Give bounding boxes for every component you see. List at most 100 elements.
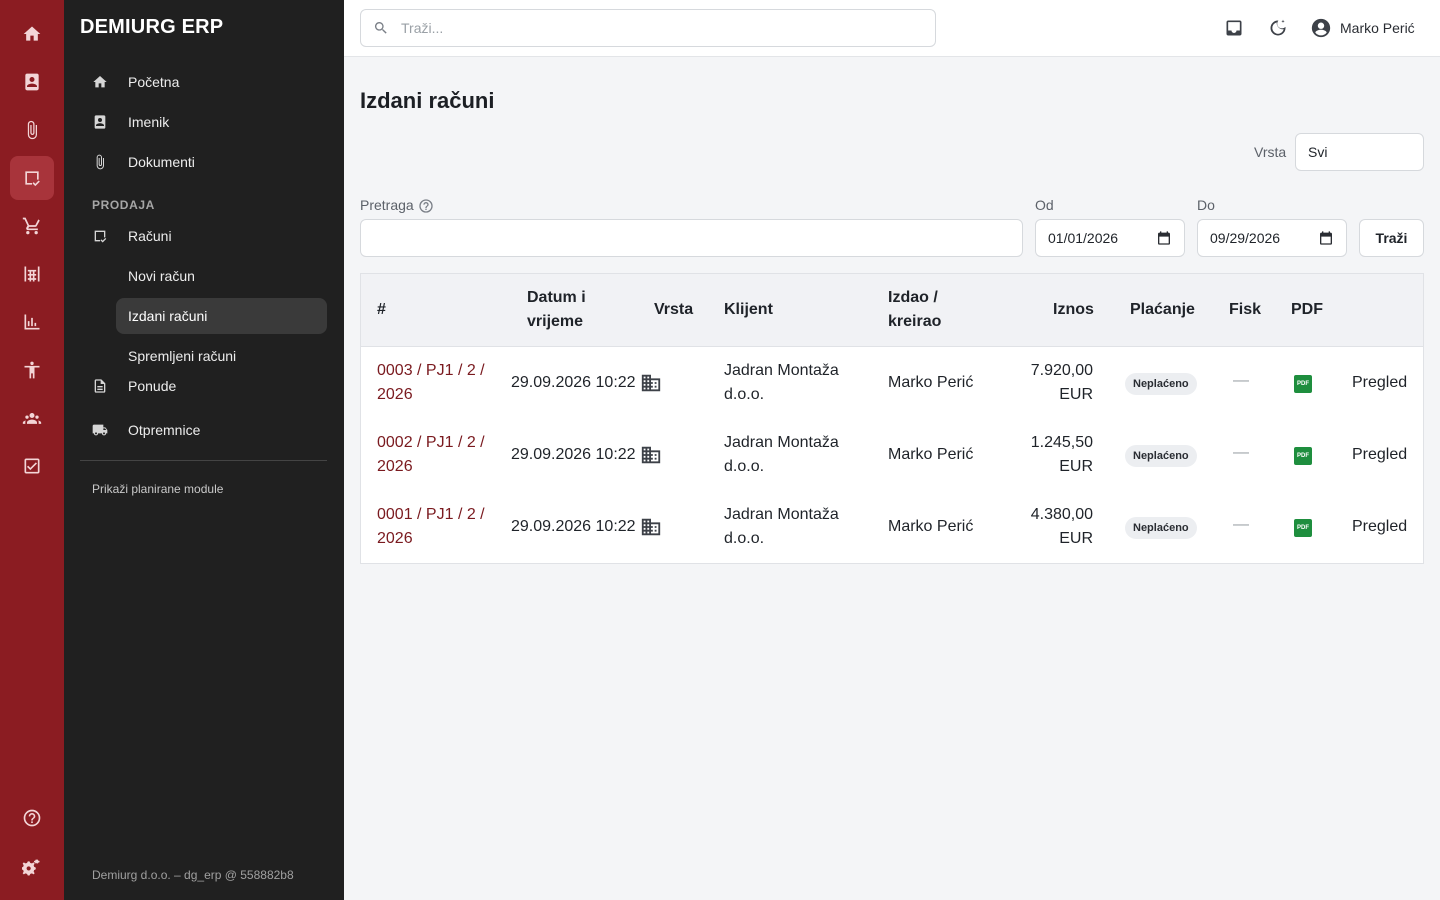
sidebar-item-izdani-racuni[interactable]: Izdani računi — [116, 298, 327, 334]
client-name-line2: d.o.o. — [724, 386, 765, 403]
rail-home-button[interactable] — [10, 12, 54, 56]
client-name-line1: Jadran Montaža — [724, 362, 839, 379]
account-circle-icon — [1311, 18, 1331, 38]
inbox-button[interactable] — [1222, 16, 1246, 40]
rail-analytics-button[interactable] — [10, 300, 54, 344]
fisk-status: — — [1233, 516, 1249, 533]
home-icon — [23, 26, 41, 41]
invoice-amount-currency: EUR — [1059, 530, 1093, 547]
col-header-fisk[interactable]: Fisk — [1229, 298, 1261, 322]
sidebar-item-otpremnice[interactable]: Otpremnice — [80, 412, 327, 448]
search-filter-input[interactable] — [360, 219, 1023, 257]
col-header-payment[interactable]: Plaćanje — [1130, 298, 1195, 322]
invoice-number-link[interactable]: 0001 / PJ1 / 2 / 2026 — [377, 503, 485, 551]
pdf-download-icon[interactable]: PDF — [1294, 447, 1312, 465]
pdf-download-icon[interactable]: PDF — [1294, 519, 1312, 537]
user-menu[interactable]: Marko Perić — [1310, 16, 1415, 40]
dark-mode-toggle[interactable] — [1266, 16, 1290, 40]
payment-status-badge: Neplaćeno — [1125, 445, 1197, 467]
date-from-input[interactable]: 01/01/2026 — [1035, 219, 1185, 257]
calendar-icon — [1320, 231, 1332, 245]
app-rail — [0, 0, 64, 900]
client-name-line1: Jadran Montaža — [724, 506, 839, 523]
building-icon — [640, 516, 662, 546]
dark-mode-icon — [1270, 19, 1286, 36]
type-filter-select[interactable]: Svi — [1295, 133, 1424, 171]
payment-status-badge: Neplaćeno — [1125, 373, 1197, 395]
invoice-number-line1: 0003 / PJ1 / 2 / — [377, 362, 485, 379]
rail-cart-button[interactable] — [10, 204, 54, 248]
date-to-input[interactable]: 09/29/2026 — [1197, 219, 1347, 257]
building-icon — [640, 372, 662, 402]
col-header-datetime[interactable]: Datum i vrijeme — [527, 286, 586, 334]
fisk-status: — — [1233, 444, 1249, 461]
invoice-amount: 7.920,00 EUR — [1001, 359, 1093, 407]
invoice-number-line2: 2026 — [377, 530, 413, 547]
sidebar-item-ponude[interactable]: Ponude — [80, 368, 327, 404]
issuer-name: Marko Perić — [888, 374, 974, 391]
rail-documents-button[interactable] — [10, 108, 54, 152]
col-header-issuer[interactable]: Izdao / kreirao — [888, 286, 941, 334]
rail-warehouse-button[interactable] — [10, 252, 54, 296]
invoice-amount-currency: EUR — [1059, 458, 1093, 475]
view-invoice-link[interactable]: Pregled — [1352, 515, 1407, 539]
rail-invoices-button[interactable] — [10, 156, 54, 200]
sidebar-item-dokumenti[interactable]: Dokumenti — [80, 144, 327, 180]
building-icon — [640, 444, 662, 474]
rail-settings-button[interactable] — [10, 846, 54, 890]
sidebar-item-label: Računi — [128, 228, 172, 244]
search-icon — [374, 22, 387, 34]
help-icon[interactable] — [418, 198, 434, 214]
search-submit-button[interactable]: Traži — [1359, 219, 1424, 257]
invoice-number-line1: 0001 / PJ1 / 2 / — [377, 506, 485, 523]
people-icon — [22, 413, 42, 424]
date-to-label: Do — [1197, 197, 1215, 213]
global-search-input[interactable] — [401, 20, 901, 36]
sidebar-item-label: Početna — [128, 74, 180, 90]
client-name-line1: Jadran Montaža — [724, 434, 839, 451]
client-name: Jadran Montaža d.o.o. — [724, 503, 839, 551]
invoice-number-line1: 0002 / PJ1 / 2 / — [377, 434, 485, 451]
user-name: Marko Perić — [1340, 20, 1415, 36]
invoice-number-link[interactable]: 0002 / PJ1 / 2 / 2026 — [377, 431, 485, 479]
sidebar-item-imenik[interactable]: Imenik — [80, 104, 327, 140]
sidebar: DEMIURG ERP Početna Imenik Dokumenti PRO… — [64, 0, 344, 900]
topbar: Marko Perić — [344, 0, 1440, 57]
date-from-value: 01/01/2026 — [1048, 230, 1119, 246]
date-from-label: Od — [1035, 197, 1054, 213]
show-planned-modules-link[interactable]: Prikaži planirane module — [92, 482, 223, 496]
sidebar-item-racuni[interactable]: Računi — [80, 218, 327, 254]
settings-icon — [22, 859, 40, 876]
table-row: 0003 / PJ1 / 2 / 2026 29.09.2026 10:22 J… — [361, 348, 1423, 420]
col-header-client[interactable]: Klijent — [724, 298, 773, 322]
col-header-pdf[interactable]: PDF — [1291, 298, 1323, 322]
col-header-type[interactable]: Vrsta — [654, 298, 693, 322]
sidebar-item-label: Spremljeni računi — [128, 348, 237, 364]
invoice-number-link[interactable]: 0003 / PJ1 / 2 / 2026 — [377, 359, 485, 407]
issuer-name: Marko Perić — [888, 518, 974, 535]
col-header-datetime-line2: vrijeme — [527, 313, 584, 330]
rail-tasks-button[interactable] — [10, 444, 54, 488]
table-row: 0002 / PJ1 / 2 / 2026 29.09.2026 10:22 J… — [361, 420, 1423, 492]
client-name-line2: d.o.o. — [724, 530, 765, 547]
client-name-line2: d.o.o. — [724, 458, 765, 475]
rail-accessibility-button[interactable] — [10, 348, 54, 392]
sidebar-item-novi-racun[interactable]: Novi račun — [80, 258, 327, 294]
sidebar-item-pocetna[interactable]: Početna — [80, 64, 327, 100]
rail-contacts-button[interactable] — [10, 60, 54, 104]
date-to-value: 09/29/2026 — [1210, 230, 1281, 246]
table-header: # Datum i vrijeme Vrsta Klijent Izdao / … — [361, 274, 1423, 347]
col-header-number[interactable]: # — [377, 298, 386, 322]
client-name: Jadran Montaža d.o.o. — [724, 431, 839, 479]
sidebar-item-label: Otpremnice — [128, 422, 201, 438]
type-filter-value: Svi — [1308, 144, 1328, 160]
issuer-name: Marko Perić — [888, 446, 974, 463]
search-filter-label-text: Pretraga — [360, 197, 414, 213]
view-invoice-link[interactable]: Pregled — [1352, 443, 1407, 467]
global-search[interactable] — [360, 9, 936, 47]
rail-help-button[interactable] — [10, 796, 54, 840]
rail-people-button[interactable] — [10, 396, 54, 440]
col-header-amount[interactable]: Iznos — [1053, 298, 1094, 322]
view-invoice-link[interactable]: Pregled — [1352, 371, 1407, 395]
pdf-download-icon[interactable]: PDF — [1294, 375, 1312, 393]
